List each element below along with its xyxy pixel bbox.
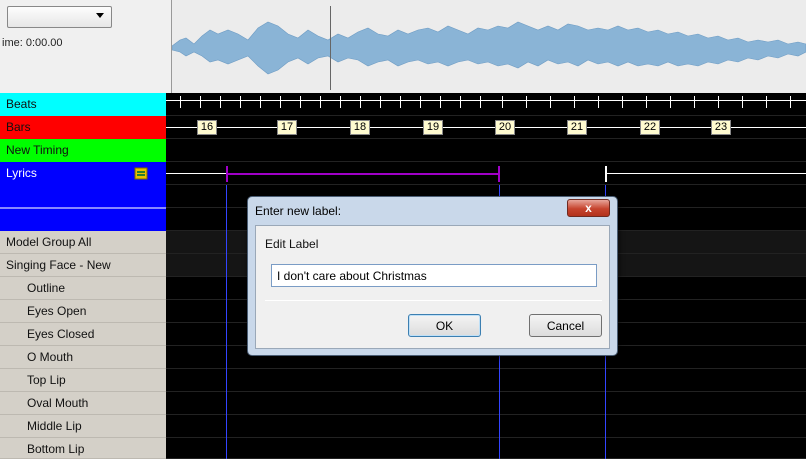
lyric-phrase-end[interactable]	[498, 166, 500, 182]
beat-mark	[646, 96, 647, 108]
bar-number: 19	[423, 120, 443, 135]
ok-button[interactable]: OK	[408, 314, 481, 337]
dialog-title: Enter new label:	[255, 204, 342, 218]
submodel-row: Middle Lip	[0, 415, 806, 438]
divider	[265, 300, 602, 301]
bar-number: 17	[277, 120, 297, 135]
submodel-row: Oval Mouth	[0, 392, 806, 415]
beats-line	[166, 100, 806, 101]
bar-number: 20	[495, 120, 515, 135]
beats-track[interactable]	[166, 93, 806, 116]
submodel-label[interactable]: Oval Mouth	[0, 392, 166, 415]
beat-mark	[670, 96, 671, 108]
beat-mark	[380, 96, 381, 108]
submodel-label[interactable]: Top Lip	[0, 369, 166, 392]
lyric-phrase-marker[interactable]	[605, 166, 607, 182]
submodel-track[interactable]	[166, 369, 806, 392]
bar-number: 22	[640, 120, 660, 135]
audio-waveform[interactable]	[171, 0, 806, 93]
submodel-label[interactable]: O Mouth	[0, 346, 166, 369]
timing-row-lyrics: Lyrics	[0, 162, 806, 185]
beat-mark	[280, 96, 281, 108]
beat-mark	[526, 96, 527, 108]
dialog-body: Edit Label OK Cancel	[255, 225, 610, 349]
beat-mark	[460, 96, 461, 108]
bars-label[interactable]: Bars	[0, 116, 166, 139]
beat-mark	[360, 96, 361, 108]
time-readout: ime: 0:00.00	[2, 37, 63, 49]
submodel-row: Top Lip	[0, 369, 806, 392]
submodel-track[interactable]	[166, 392, 806, 415]
beat-mark	[480, 96, 481, 108]
beat-mark	[790, 96, 791, 108]
model-group-label[interactable]: Model Group All	[0, 231, 166, 254]
submodel-row: Bottom Lip	[0, 438, 806, 459]
view-dropdown[interactable]	[7, 6, 112, 28]
waveform-graphic	[171, 21, 806, 75]
beat-mark	[340, 96, 341, 108]
bars-line	[166, 127, 806, 128]
playhead-line[interactable]	[330, 6, 331, 90]
beat-mark	[598, 96, 599, 108]
cancel-button[interactable]: Cancel	[529, 314, 602, 337]
lyric-next-line	[607, 173, 806, 174]
submodel-label[interactable]: Outline	[0, 277, 166, 300]
submodel-track[interactable]	[166, 415, 806, 438]
beat-mark	[440, 96, 441, 108]
beat-mark	[220, 96, 221, 108]
beat-mark	[240, 96, 241, 108]
lyrics-edit-icon[interactable]	[134, 166, 149, 181]
lyric-phrase-start[interactable]	[226, 166, 228, 182]
submodel-label[interactable]: Middle Lip	[0, 415, 166, 438]
phrases-label[interactable]	[0, 185, 166, 208]
words-label[interactable]	[0, 208, 166, 231]
lyrics-track[interactable]	[166, 162, 806, 185]
phrase-start-guide	[226, 185, 227, 459]
submodel-track[interactable]	[166, 438, 806, 459]
label-input[interactable]	[271, 264, 597, 287]
beat-mark	[420, 96, 421, 108]
submodel-label[interactable]: Eyes Closed	[0, 323, 166, 346]
edit-label-prompt: Edit Label	[265, 237, 319, 251]
beat-mark	[550, 96, 551, 108]
singing-face-label[interactable]: Singing Face - New	[0, 254, 166, 277]
beat-mark	[200, 96, 201, 108]
lyric-gap-line	[166, 173, 226, 174]
timing-row-new-timing: New Timing	[0, 139, 806, 162]
waveform-header-panel: ime: 0:00.00	[0, 0, 172, 93]
beat-mark	[320, 96, 321, 108]
beat-mark	[502, 96, 503, 108]
close-button[interactable]: x	[567, 199, 610, 217]
new-timing-track[interactable]	[166, 139, 806, 162]
timing-row-bars: Bars 16 17 18 19 20 21 22 23	[0, 116, 806, 139]
lyric-phrase-selected[interactable]	[226, 173, 500, 175]
new-timing-label[interactable]: New Timing	[0, 139, 166, 162]
bar-number: 16	[197, 120, 217, 135]
timing-row-beats: Beats	[0, 93, 806, 116]
beat-mark	[766, 96, 767, 108]
beat-mark	[260, 96, 261, 108]
submodel-label[interactable]: Bottom Lip	[0, 438, 166, 459]
beats-label[interactable]: Beats	[0, 93, 166, 116]
chevron-down-icon[interactable]	[96, 13, 104, 18]
enter-label-dialog: Enter new label: x Edit Label OK Cancel	[247, 196, 618, 356]
bar-number: 18	[350, 120, 370, 135]
beat-mark	[400, 96, 401, 108]
beat-mark	[622, 96, 623, 108]
beat-mark	[718, 96, 719, 108]
beat-mark	[574, 96, 575, 108]
submodel-label[interactable]: Eyes Open	[0, 300, 166, 323]
beat-mark	[300, 96, 301, 108]
bar-number: 21	[567, 120, 587, 135]
bar-number: 23	[711, 120, 731, 135]
beat-mark	[742, 96, 743, 108]
beat-mark	[180, 96, 181, 108]
beat-mark	[694, 96, 695, 108]
